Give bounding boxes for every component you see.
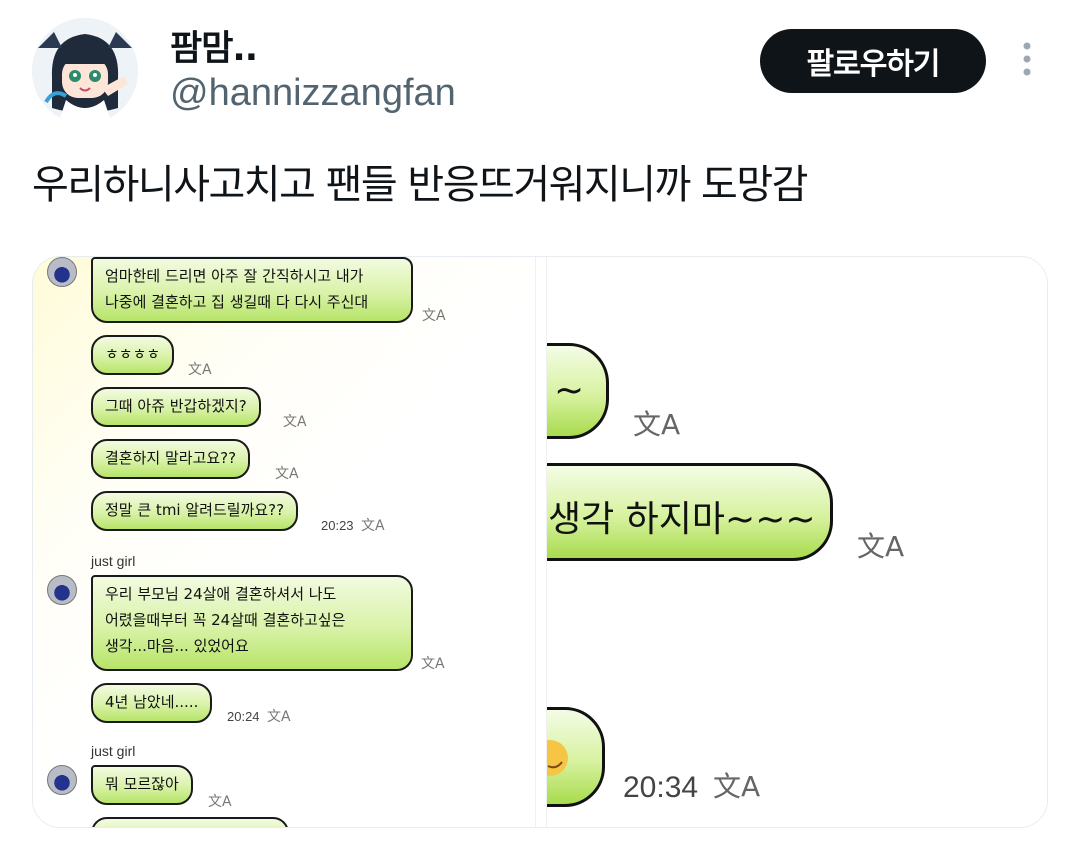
chat-avatar — [47, 575, 77, 605]
chat-bubble-line: 생각...마음... 있었어요 — [105, 637, 249, 655]
sender-name: just girl — [91, 553, 136, 569]
translate-icon[interactable]: 文A — [857, 525, 904, 565]
chat-bubble-line: 우리 부모님 24살애 결혼하셔서 나도 — [105, 585, 337, 603]
chat-avatar — [47, 765, 77, 795]
panel-divider — [535, 257, 547, 827]
chat-screenshot-left[interactable]: 엄마한테 드리면 아주 잘 간직하시고 내가 나중에 결혼하고 집 생길때 다 … — [33, 257, 535, 827]
translate-icon[interactable]: 文A — [208, 791, 232, 811]
translate-icon[interactable]: 文A — [188, 359, 212, 379]
sender-name: just girl — [91, 743, 136, 759]
display-name[interactable]: 팜맘.. — [170, 20, 258, 71]
profile-avatar[interactable] — [32, 18, 138, 124]
chat-bubble: ~ — [547, 343, 609, 439]
chat-bubble — [547, 707, 605, 807]
chat-bubble: 우리 부모님 24살애 결혼하셔서 나도 어렸을때부터 꼭 24살때 결혼하고싶… — [91, 575, 413, 671]
translate-icon[interactable]: 文A — [275, 463, 299, 483]
translate-icon[interactable]: 文A — [267, 706, 291, 726]
smile-emoji-icon — [547, 740, 568, 776]
chat-avatar — [47, 257, 77, 287]
chat-bubble-line: 엄마한테 드리면 아주 잘 간직하시고 내가 — [105, 267, 364, 285]
more-vertical-icon[interactable] — [1012, 40, 1042, 80]
translate-icon[interactable]: 文A — [633, 403, 680, 443]
message-time: 20:34 — [623, 771, 699, 804]
chat-bubble: 결혼하지 말라고요?? — [91, 439, 251, 479]
translate-icon[interactable]: 文A — [713, 765, 760, 805]
chat-bubble-line: 어렸을때부터 꼭 24살때 결혼하고싶은 — [105, 611, 346, 629]
chat-bubble: 그때 아쥬 반갑하겠지? — [91, 387, 261, 427]
follow-button[interactable]: 팔로우하기 — [760, 29, 986, 93]
chat-bubble: 생각 하지마~~~ — [547, 463, 833, 561]
chat-bubble — [91, 817, 289, 827]
chat-bubble: 뭐 모르잖아 — [91, 765, 193, 805]
chat-bubble: 4년 남았네..... — [91, 683, 213, 723]
tweet-text: 우리하니사고치고 팬들 반응뜨거워지니까 도망감 — [32, 162, 808, 208]
chat-bubble: 정말 큰 tmi 알려드릴까요?? — [91, 491, 299, 531]
chat-bubble-text: ~ — [554, 370, 585, 411]
chat-bubble-line: 나중에 결혼하고 집 생길때 다 다시 주신대 — [105, 293, 369, 311]
chat-bubble-text: 생각 하지마~~~ — [548, 499, 816, 540]
translate-icon[interactable]: 文A — [421, 653, 445, 673]
message-time: 20:24 — [227, 709, 260, 724]
message-time: 20:23 — [321, 518, 354, 533]
user-handle[interactable]: @hannizzangfan — [170, 72, 456, 115]
chat-bubble: ㅎㅎㅎㅎ — [91, 335, 175, 375]
translate-icon[interactable]: 文A — [422, 305, 446, 325]
tweet-media[interactable]: 엄마한테 드리면 아주 잘 간직하시고 내가 나중에 결혼하고 집 생길때 다 … — [32, 256, 1048, 828]
chat-bubble: 엄마한테 드리면 아주 잘 간직하시고 내가 나중에 결혼하고 집 생길때 다 … — [91, 257, 413, 323]
translate-icon[interactable]: 文A — [361, 515, 385, 535]
chat-screenshot-right[interactable]: ~ 文A 생각 하지마~~~ 文A 20:34 文A — [547, 257, 1047, 827]
translate-icon[interactable]: 文A — [283, 411, 307, 431]
